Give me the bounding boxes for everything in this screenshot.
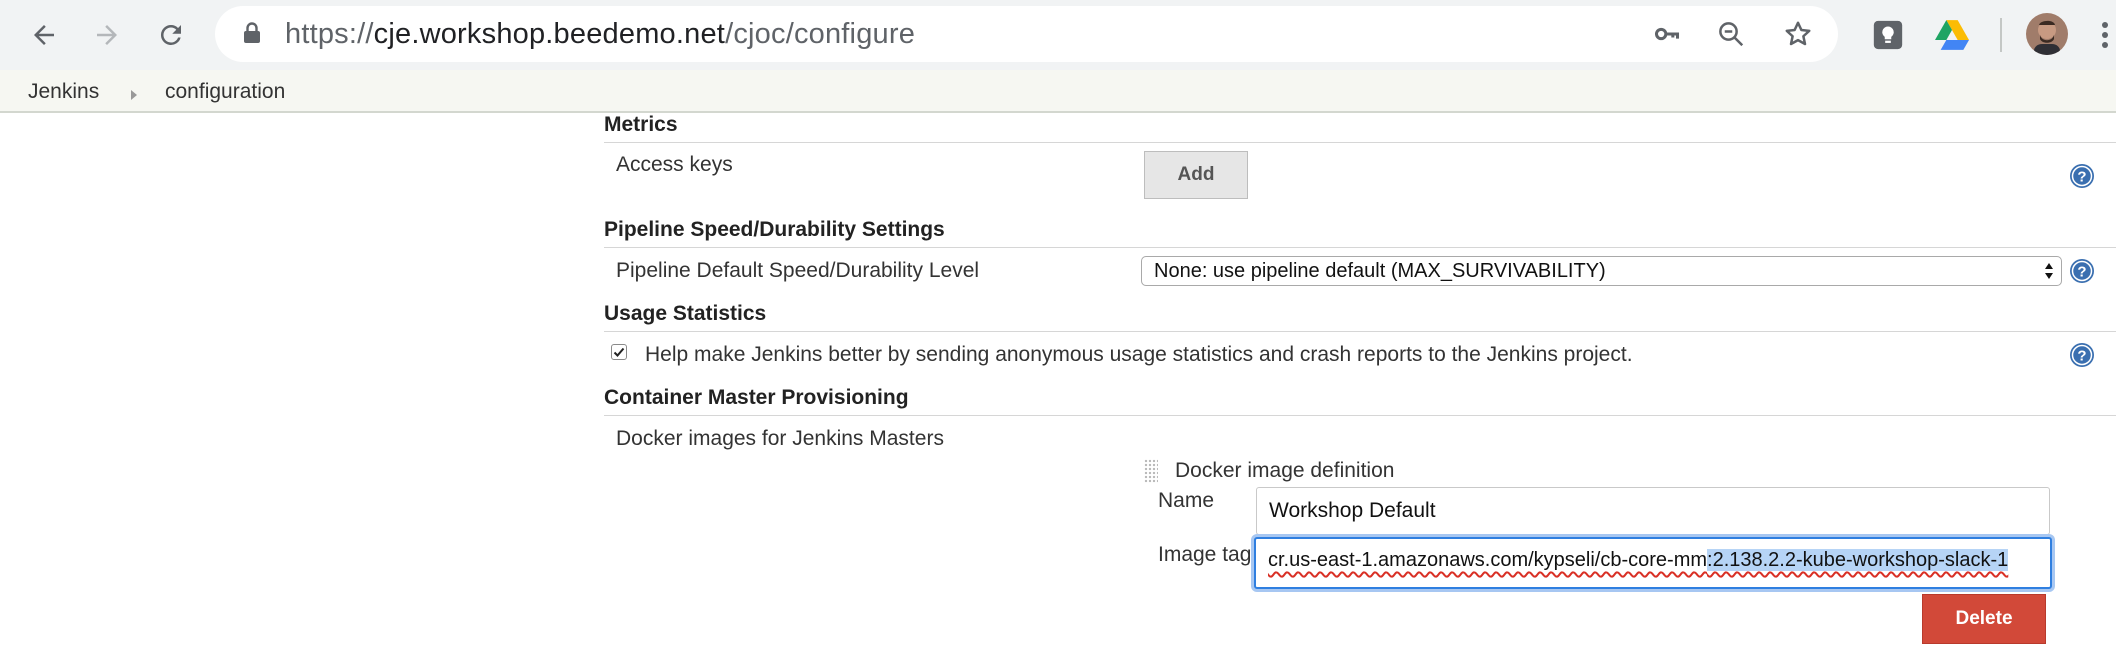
toolbar-separator <box>2000 18 2002 52</box>
breadcrumb-jenkins[interactable]: Jenkins <box>28 80 99 104</box>
access-keys-label: Access keys <box>616 153 733 176</box>
delete-button[interactable]: Delete <box>1922 594 2046 644</box>
pipeline-level-label: Pipeline Default Speed/Durability Level <box>616 259 980 282</box>
section-divider <box>604 415 2116 416</box>
image-tag-text-selected: :2.138.2.2-kube-workshop-slack-1 <box>1707 549 2009 571</box>
svg-text:?: ? <box>2077 264 2086 281</box>
menu-icon[interactable] <box>2094 15 2116 55</box>
usage-statistics-label: Help make Jenkins better by sending anon… <box>645 343 1633 366</box>
address-bar[interactable]: https://cje.workshop.beedemo.net/cjoc/co… <box>215 6 1838 62</box>
image-tag-text: cr.us-east-1.amazonaws.com/kypseli/cb-co… <box>1268 549 2009 572</box>
profile-avatar[interactable] <box>2026 13 2068 55</box>
reload-icon[interactable] <box>149 13 193 57</box>
section-divider <box>604 247 2116 248</box>
url-scheme: https:// <box>285 18 374 50</box>
image-tag-label: Image tag <box>1158 543 1252 566</box>
breadcrumb-configuration[interactable]: configuration <box>165 80 285 104</box>
name-label: Name <box>1158 489 1215 512</box>
help-icon[interactable]: ? <box>2069 342 2095 368</box>
drag-handle-icon[interactable] <box>1144 459 1158 483</box>
url-text: https://cje.workshop.beedemo.net/cjoc/co… <box>285 17 915 51</box>
google-drive-icon[interactable] <box>1932 15 1972 55</box>
svg-text:?: ? <box>2077 348 2086 365</box>
image-tag-text-unselected: cr.us-east-1.amazonaws.com/kypseli/cb-co… <box>1268 549 1708 571</box>
add-access-key-button[interactable]: Add <box>1144 151 1248 199</box>
section-title-container: Container Master Provisioning <box>604 386 909 409</box>
zoom-out-icon[interactable] <box>1715 18 1747 50</box>
section-title-pipeline: Pipeline Speed/Durability Settings <box>604 218 945 241</box>
select-arrows-icon <box>2044 261 2054 281</box>
back-icon[interactable] <box>22 13 66 57</box>
star-icon[interactable] <box>1782 18 1814 50</box>
checkmark-icon <box>613 347 625 357</box>
usage-statistics-checkbox[interactable] <box>611 344 627 360</box>
docker-image-definition-title: Docker image definition <box>1175 459 1395 482</box>
section-title-metrics: Metrics <box>604 113 678 136</box>
forward-icon[interactable] <box>85 13 129 57</box>
breadcrumb-chevron-icon <box>131 90 137 100</box>
section-divider <box>604 142 2116 143</box>
section-title-usage: Usage Statistics <box>604 302 767 325</box>
url-path: /cjoc/configure <box>725 18 916 50</box>
browser-toolbar: https://cje.workshop.beedemo.net/cjoc/co… <box>0 0 2116 70</box>
pipeline-durability-select[interactable]: None: use pipeline default (MAX_SURVIVAB… <box>1141 256 2062 286</box>
svg-text:?: ? <box>2077 169 2086 186</box>
docker-images-label: Docker images for Jenkins Masters <box>616 427 944 450</box>
breadcrumb: Jenkins configuration <box>0 70 2116 113</box>
image-tag-input[interactable]: cr.us-east-1.amazonaws.com/kypseli/cb-co… <box>1254 537 2052 589</box>
url-host: cje.workshop.beedemo.net <box>373 18 726 50</box>
section-divider <box>604 331 2116 332</box>
lock-icon <box>243 22 261 49</box>
pipeline-durability-value: None: use pipeline default (MAX_SURVIVAB… <box>1154 260 1606 282</box>
help-icon[interactable]: ? <box>2069 163 2095 189</box>
key-icon[interactable] <box>1651 18 1683 50</box>
lightbulb-extension-icon[interactable] <box>1868 15 1908 55</box>
help-icon[interactable]: ? <box>2069 258 2095 284</box>
image-name-input[interactable] <box>1256 487 2050 535</box>
